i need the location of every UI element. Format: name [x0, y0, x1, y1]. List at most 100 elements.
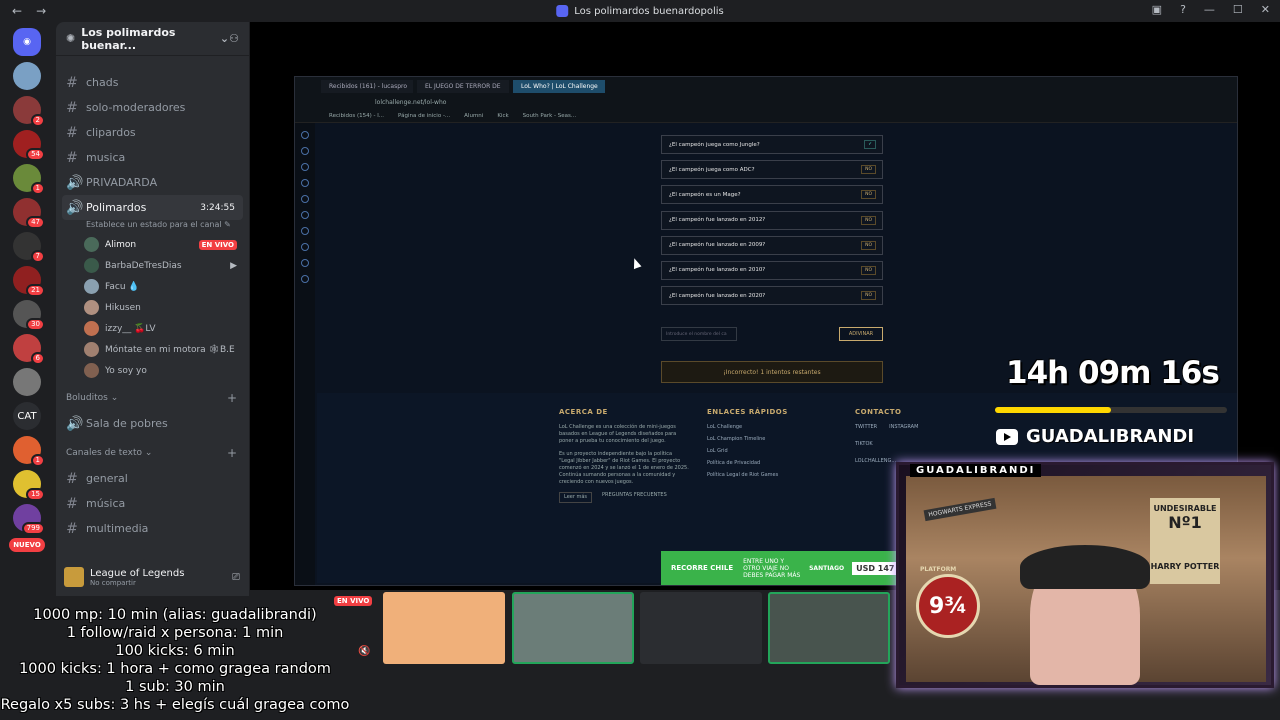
- voice-channel-polimardos[interactable]: 🔊 Polimardos 3:24:55: [62, 195, 243, 220]
- voice-channel-status[interactable]: Establece un estado para el canal ✎: [56, 220, 249, 234]
- participant-tile[interactable]: [640, 592, 762, 664]
- server-icon[interactable]: 799: [13, 504, 45, 535]
- voice-channel-name: Polimardos: [86, 201, 147, 214]
- ad-city: SANTIAGO: [809, 564, 845, 572]
- text-channel-clipardos[interactable]: # clipardos: [56, 120, 249, 145]
- rule-line: 1 sub: 30 min: [125, 679, 225, 695]
- text-channel-música[interactable]: # música: [56, 491, 249, 516]
- minimize-icon[interactable]: —: [1204, 3, 1215, 16]
- question-row: ¿El campeón fue lanzado en 2012? NO: [661, 210, 883, 230]
- voice-user[interactable]: BarbaDeTresDias ▶: [56, 255, 249, 276]
- poster-name: HARRY POTTER: [1150, 562, 1220, 571]
- server-icon[interactable]: 1: [13, 164, 45, 195]
- twitter-link: TWITTER: [855, 424, 878, 430]
- server-mini-icon: [556, 5, 569, 17]
- close-icon[interactable]: ✕: [1261, 3, 1270, 16]
- stream-rules-overlay: 1000 mp: 10 min (alias: guadalibrandi) 1 …: [0, 606, 350, 714]
- server-icon[interactable]: 54: [13, 130, 45, 161]
- category-canales-de-texto[interactable]: Canales de texto ⌄ +: [56, 440, 249, 466]
- voice-channel-sala-de-pobres[interactable]: 🔊 Sala de pobres: [56, 411, 249, 436]
- category-boluditos[interactable]: Boluditos ⌄ +: [56, 385, 249, 411]
- back-arrow-icon[interactable]: ←: [12, 4, 22, 18]
- faq-link: PREGUNTAS FRECUENTES: [602, 492, 667, 498]
- help-icon[interactable]: ?: [1180, 3, 1186, 16]
- mention-badge: 6: [30, 352, 45, 365]
- rule-line: 1000 kicks: 1 hora + como gragea random: [19, 661, 331, 677]
- share-screen-icon[interactable]: ⎚: [232, 572, 240, 583]
- server-icon[interactable]: [13, 62, 41, 90]
- mention-badge: 54: [26, 148, 45, 161]
- browser-tab: EL JUEGO DE TERROR DE: [417, 79, 509, 93]
- footer-link: LoL Grid: [707, 448, 728, 454]
- channel-name: música: [86, 497, 126, 510]
- title-bar: ← → Los polimardos buenardopolis ▣ ? — ☐…: [0, 0, 1280, 22]
- bookmarks-bar: Recibidos (154) - l... Página de inicio -…: [295, 109, 1237, 123]
- inbox-icon[interactable]: ▣: [1152, 3, 1162, 16]
- participant-tile[interactable]: [768, 592, 890, 664]
- avatar: [84, 237, 99, 252]
- add-channel-icon[interactable]: +: [227, 391, 237, 405]
- participant-tile[interactable]: [512, 592, 634, 664]
- discord-window: ← → Los polimardos buenardopolis ▣ ? — ☐…: [0, 0, 1280, 720]
- camera-icon: ▶: [230, 260, 237, 271]
- mention-badge: 799: [21, 522, 45, 535]
- webcam-label: GUADALIBRANDI: [910, 464, 1042, 477]
- server-icon[interactable]: 2: [13, 96, 45, 127]
- window-title: Los polimardos buenardopolis: [556, 5, 724, 17]
- server-icon[interactable]: 6: [13, 334, 45, 365]
- instagram-link: INSTAGRAM: [889, 424, 919, 430]
- participant-strip: [340, 590, 900, 666]
- hash-icon: #: [66, 470, 78, 487]
- discord-home-icon[interactable]: ◉: [13, 28, 41, 56]
- server-icon[interactable]: CAT: [13, 402, 41, 430]
- voice-user[interactable]: izzy__ 🍒LV: [56, 318, 249, 339]
- text-channel-chads[interactable]: # chads: [56, 70, 249, 95]
- server-icon[interactable]: 15: [13, 470, 45, 501]
- bookmark: South Park - Seas...: [522, 112, 577, 119]
- server-icon[interactable]: NUEVO: [9, 538, 45, 552]
- question-text: ¿El campeón juega como ADC?: [669, 166, 755, 173]
- forward-arrow-icon[interactable]: →: [36, 4, 46, 18]
- footer-about-text2: Es un proyecto independiente bajo la pol…: [559, 451, 689, 485]
- voice-user[interactable]: Móntate en mi motora 🕸B.E: [56, 339, 249, 360]
- platform-number: 9¾: [928, 593, 968, 619]
- voice-user[interactable]: Alimon EN VIVO: [56, 234, 249, 255]
- footer-link: Política Legal de Riot Games: [707, 472, 779, 478]
- speaker-mute-icon[interactable]: 🔇: [358, 646, 370, 657]
- server-header[interactable]: ✺ Los polimardos buenar... ⌄ ⚇: [56, 22, 249, 56]
- server-icon[interactable]: 21: [13, 266, 45, 297]
- server-icon[interactable]: 1: [13, 436, 45, 467]
- server-icon[interactable]: 47: [13, 198, 45, 229]
- activity-sub: No compartir: [90, 578, 136, 587]
- text-channel-musica[interactable]: # musica: [56, 145, 249, 170]
- rule-line: 1 follow/raid x persona: 1 min: [66, 625, 284, 641]
- answer-badge: NO: [861, 240, 876, 250]
- server-icon[interactable]: 30: [13, 300, 45, 331]
- text-channel-solo-moderadores[interactable]: # solo-moderadores: [56, 95, 249, 120]
- voice-user[interactable]: Facu 💧: [56, 276, 249, 297]
- server-icon[interactable]: [13, 368, 41, 396]
- voice-user[interactable]: Yo soy yo: [56, 360, 249, 381]
- server-icon[interactable]: 7: [13, 232, 45, 263]
- hash-icon: #: [66, 99, 78, 116]
- add-person-icon[interactable]: ⚇: [229, 32, 239, 45]
- add-channel-icon[interactable]: +: [227, 446, 237, 460]
- address-bar: lolchallenge.net/lol-who: [295, 95, 1237, 109]
- participant-tile[interactable]: [383, 592, 505, 664]
- server-list: ◉ 2 54 1 47 7 21 30 6 CAT 1 15 799 NUEVO: [0, 22, 54, 562]
- category-label: Canales de texto: [66, 448, 142, 458]
- text-channel-multimedia[interactable]: # multimedia: [56, 516, 249, 541]
- browser-tab: Recibidos (161) - lucaspro: [321, 79, 413, 93]
- voice-user-name: BarbaDeTresDias: [105, 260, 182, 271]
- server-gear-icon: ✺: [66, 32, 76, 45]
- answer-badge: NO: [861, 265, 876, 275]
- answer-badge: ✓: [864, 140, 876, 149]
- rule-line: 100 kicks: 6 min: [115, 643, 235, 659]
- maximize-icon[interactable]: ☐: [1233, 3, 1243, 16]
- category-label: Boluditos: [66, 393, 108, 403]
- answer-badge: NO: [861, 190, 876, 200]
- voice-user[interactable]: Hikusen: [56, 297, 249, 318]
- text-channel-general[interactable]: # general: [56, 466, 249, 491]
- footer-about-title: ACERCA DE: [559, 408, 608, 416]
- voice-channel-privadarda[interactable]: 🔊 PRIVADARDA: [56, 170, 249, 195]
